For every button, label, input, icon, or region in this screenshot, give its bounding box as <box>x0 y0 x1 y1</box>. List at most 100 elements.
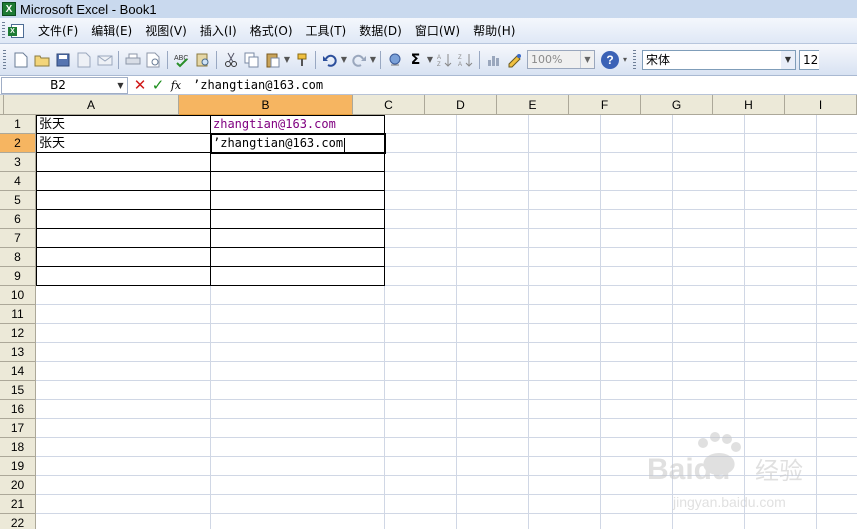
cell-c21[interactable] <box>385 495 457 514</box>
cell-d17[interactable] <box>457 419 529 438</box>
column-header-f[interactable]: F <box>569 95 641 115</box>
column-header-c[interactable]: C <box>353 95 425 115</box>
cell-c17[interactable] <box>385 419 457 438</box>
cell-g3[interactable] <box>673 153 745 172</box>
row-header-11[interactable]: 11 <box>0 305 36 324</box>
row-header-20[interactable]: 20 <box>0 476 36 495</box>
cell-a17[interactable] <box>36 419 211 438</box>
paste-icon[interactable] <box>263 50 282 70</box>
cell-d11[interactable] <box>457 305 529 324</box>
row-header-2[interactable]: 2 <box>0 134 36 153</box>
cell-e9[interactable] <box>529 267 601 286</box>
cell-h17[interactable] <box>745 419 817 438</box>
cell-a8[interactable] <box>36 248 211 267</box>
excel-icon[interactable]: X <box>2 2 16 16</box>
cell-e18[interactable] <box>529 438 601 457</box>
cell-b22[interactable] <box>211 514 385 529</box>
row-header-4[interactable]: 4 <box>0 172 36 191</box>
chevron-down-icon[interactable]: ▼ <box>114 81 127 90</box>
cell-g15[interactable] <box>673 381 745 400</box>
cell-b8[interactable] <box>211 248 385 267</box>
cell-h22[interactable] <box>745 514 817 529</box>
column-header-g[interactable]: G <box>641 95 713 115</box>
print-preview-icon[interactable] <box>144 50 163 70</box>
sort-ascending-icon[interactable]: AZ <box>435 50 454 70</box>
cell-c10[interactable] <box>385 286 457 305</box>
cell-f14[interactable] <box>601 362 673 381</box>
toolbar-grip-icon[interactable] <box>3 49 6 70</box>
cell-b21[interactable] <box>211 495 385 514</box>
cell-e5[interactable] <box>529 191 601 210</box>
cell-a7[interactable] <box>36 229 211 248</box>
chevron-down-icon[interactable]: ▼ <box>580 51 594 68</box>
cell-g10[interactable] <box>673 286 745 305</box>
chart-wizard-icon[interactable] <box>484 50 503 70</box>
cell-a4[interactable] <box>36 172 211 191</box>
cell-f20[interactable] <box>601 476 673 495</box>
column-header-i[interactable]: I <box>785 95 857 115</box>
cell-h20[interactable] <box>745 476 817 495</box>
cell-c7[interactable] <box>385 229 457 248</box>
cell-b3[interactable] <box>211 153 385 172</box>
spelling-icon[interactable]: ABC <box>172 50 191 70</box>
cell-i20[interactable] <box>817 476 857 495</box>
cell-f16[interactable] <box>601 400 673 419</box>
cell-b20[interactable] <box>211 476 385 495</box>
cell-b11[interactable] <box>211 305 385 324</box>
cell-f15[interactable] <box>601 381 673 400</box>
cell-a20[interactable] <box>36 476 211 495</box>
cell-h3[interactable] <box>745 153 817 172</box>
cell-g6[interactable] <box>673 210 745 229</box>
column-header-a[interactable]: A <box>4 95 179 115</box>
cell-b17[interactable] <box>211 419 385 438</box>
menu-help[interactable]: 帮助(H) <box>468 22 523 39</box>
cell-h10[interactable] <box>745 286 817 305</box>
row-header-13[interactable]: 13 <box>0 343 36 362</box>
cell-i17[interactable] <box>817 419 857 438</box>
cell-h16[interactable] <box>745 400 817 419</box>
sort-descending-icon[interactable]: ZA <box>456 50 475 70</box>
cell-h7[interactable] <box>745 229 817 248</box>
cell-d10[interactable] <box>457 286 529 305</box>
cell-f18[interactable] <box>601 438 673 457</box>
cell-f9[interactable] <box>601 267 673 286</box>
cell-d4[interactable] <box>457 172 529 191</box>
cell-d14[interactable] <box>457 362 529 381</box>
undo-icon[interactable] <box>320 50 339 70</box>
cell-f6[interactable] <box>601 210 673 229</box>
name-box[interactable]: B2 ▼ <box>1 76 128 94</box>
cell-c6[interactable] <box>385 210 457 229</box>
cell-i21[interactable] <box>817 495 857 514</box>
cell-d12[interactable] <box>457 324 529 343</box>
cell-b1[interactable]: zhangtian@163.com <box>211 115 385 134</box>
cell-e13[interactable] <box>529 343 601 362</box>
help-icon[interactable]: ? <box>601 50 619 69</box>
cell-g11[interactable] <box>673 305 745 324</box>
cell-c19[interactable] <box>385 457 457 476</box>
cell-e21[interactable] <box>529 495 601 514</box>
cell-a22[interactable] <box>36 514 211 529</box>
cell-e14[interactable] <box>529 362 601 381</box>
cell-g1[interactable] <box>673 115 745 134</box>
cell-i8[interactable] <box>817 248 857 267</box>
cell-h11[interactable] <box>745 305 817 324</box>
menu-file[interactable]: 文件(F) <box>33 22 86 39</box>
format-painter-icon[interactable] <box>292 50 311 70</box>
cell-b5[interactable] <box>211 191 385 210</box>
cell-g4[interactable] <box>673 172 745 191</box>
redo-dropdown-icon[interactable]: ▼ <box>369 50 377 70</box>
autosum-icon[interactable]: Σ <box>406 50 425 70</box>
row-header-12[interactable]: 12 <box>0 324 36 343</box>
row-header-9[interactable]: 9 <box>0 267 36 286</box>
menu-insert[interactable]: 插入(I) <box>195 22 245 39</box>
cell-g16[interactable] <box>673 400 745 419</box>
cell-h14[interactable] <box>745 362 817 381</box>
cell-a3[interactable] <box>36 153 211 172</box>
cell-d16[interactable] <box>457 400 529 419</box>
cell-d20[interactable] <box>457 476 529 495</box>
cell-d5[interactable] <box>457 191 529 210</box>
cell-i22[interactable] <box>817 514 857 529</box>
cell-a12[interactable] <box>36 324 211 343</box>
cell-a9[interactable] <box>36 267 211 286</box>
cell-c1[interactable] <box>385 115 457 134</box>
